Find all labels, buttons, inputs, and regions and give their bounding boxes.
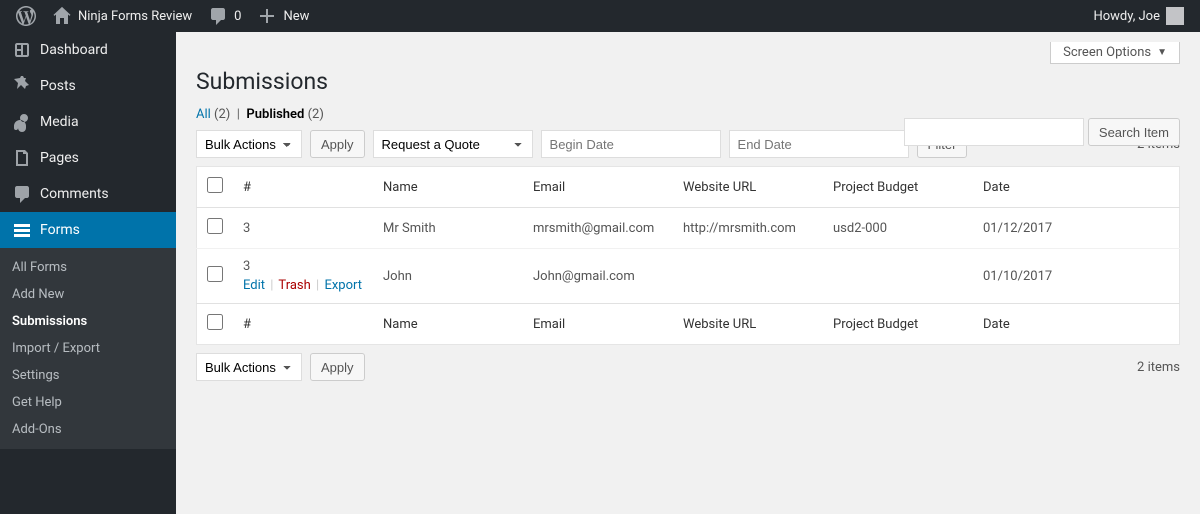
submenu-settings[interactable]: Settings	[0, 362, 176, 389]
cell-url: http://mrsmith.com	[673, 208, 823, 249]
row-action-edit[interactable]: Edit	[243, 278, 265, 293]
comments-icon	[12, 184, 32, 204]
sidebar-item-label: Pages	[40, 150, 79, 166]
sidebar-item-pages[interactable]: Pages	[0, 140, 176, 176]
site-title: Ninja Forms Review	[78, 9, 192, 24]
comment-icon	[208, 6, 228, 26]
apply-button-top[interactable]: Apply	[310, 130, 365, 158]
new-content-link[interactable]: New	[249, 0, 317, 32]
row-checkbox[interactable]	[207, 218, 223, 234]
new-label: New	[283, 9, 309, 24]
row-action-export[interactable]: Export	[324, 278, 362, 293]
select-all-checkbox-top[interactable]	[207, 177, 223, 193]
bulk-actions-select[interactable]: Bulk Actions	[196, 130, 302, 158]
cell-name: John	[373, 249, 523, 304]
sidebar-item-label: Forms	[40, 222, 80, 238]
sidebar-item-label: Posts	[40, 78, 76, 94]
sidebar-item-dashboard[interactable]: Dashboard	[0, 32, 176, 68]
avatar	[1166, 7, 1184, 25]
posts-icon	[12, 76, 32, 96]
plus-icon	[257, 6, 277, 26]
begin-date-input[interactable]	[541, 130, 721, 158]
forms-icon	[12, 220, 32, 240]
home-icon	[52, 6, 72, 26]
page-title: Submissions	[196, 68, 1180, 95]
table-row: 3 Mr Smith mrsmith@gmail.com http://mrsm…	[197, 208, 1180, 249]
end-date-input[interactable]	[729, 130, 909, 158]
submenu-get-help[interactable]: Get Help	[0, 389, 176, 416]
chevron-down-icon: ▼	[1157, 47, 1167, 58]
admin-sidebar: Dashboard Posts Media Pages Comments For…	[0, 32, 176, 514]
filter-all[interactable]: All	[196, 107, 211, 122]
main-content: Screen Options ▼ Submissions All (2) | P…	[176, 32, 1200, 514]
col-email[interactable]: Email	[523, 167, 673, 208]
admin-bar: Ninja Forms Review 0 New Howdy, Joe	[0, 0, 1200, 32]
howdy-link[interactable]: Howdy, Joe	[1085, 0, 1192, 32]
search-box: Search Item	[904, 118, 1180, 146]
row-action-trash[interactable]: Trash	[278, 278, 310, 293]
comments-link[interactable]: 0	[200, 0, 249, 32]
apply-button-bottom[interactable]: Apply	[310, 353, 365, 381]
filter-all-count: (2)	[214, 107, 230, 122]
forms-submenu: All Forms Add New Submissions Import / E…	[0, 248, 176, 449]
search-input[interactable]	[904, 118, 1084, 146]
col-date[interactable]: Date	[973, 167, 1180, 208]
col-email[interactable]: Email	[523, 304, 673, 345]
pages-icon	[12, 148, 32, 168]
cell-budget: usd2-000	[823, 208, 973, 249]
tablenav-bottom: Bulk Actions Apply 2 items	[196, 353, 1180, 381]
media-icon	[12, 112, 32, 132]
submenu-add-new[interactable]: Add New	[0, 281, 176, 308]
cell-budget	[823, 249, 973, 304]
col-budget[interactable]: Project Budget	[823, 304, 973, 345]
submenu-all-forms[interactable]: All Forms	[0, 254, 176, 281]
col-name[interactable]: Name	[373, 167, 523, 208]
cell-id: 3	[233, 208, 373, 249]
bulk-actions-select-bottom[interactable]: Bulk Actions	[196, 353, 302, 381]
col-budget[interactable]: Project Budget	[823, 167, 973, 208]
cell-name: Mr Smith	[373, 208, 523, 249]
cell-email: mrsmith@gmail.com	[523, 208, 673, 249]
col-name[interactable]: Name	[373, 304, 523, 345]
cell-date: 01/10/2017	[973, 249, 1180, 304]
row-actions: Edit | Trash | Export	[243, 278, 363, 293]
submenu-add-ons[interactable]: Add-Ons	[0, 416, 176, 443]
screen-options-toggle[interactable]: Screen Options ▼	[1050, 42, 1180, 64]
col-id[interactable]: #	[233, 304, 373, 345]
search-button[interactable]: Search Item	[1088, 118, 1180, 146]
dashboard-icon	[12, 40, 32, 60]
cell-email: John@gmail.com	[523, 249, 673, 304]
submenu-import-export[interactable]: Import / Export	[0, 335, 176, 362]
sidebar-item-label: Comments	[40, 186, 109, 202]
col-url[interactable]: Website URL	[673, 167, 823, 208]
sidebar-item-forms[interactable]: Forms	[0, 212, 176, 248]
col-id[interactable]: #	[233, 167, 373, 208]
col-date[interactable]: Date	[973, 304, 1180, 345]
submenu-submissions[interactable]: Submissions	[0, 308, 176, 335]
cell-id: 3	[243, 259, 250, 274]
items-count-bottom: 2 items	[1137, 360, 1180, 375]
comments-count: 0	[234, 9, 241, 24]
wp-logo[interactable]	[8, 0, 44, 32]
submissions-table: # Name Email Website URL Project Budget …	[196, 166, 1180, 345]
cell-url	[673, 249, 823, 304]
col-url[interactable]: Website URL	[673, 304, 823, 345]
sidebar-item-label: Dashboard	[40, 42, 108, 58]
howdy-text: Howdy, Joe	[1093, 9, 1160, 24]
sidebar-item-posts[interactable]: Posts	[0, 68, 176, 104]
row-checkbox[interactable]	[207, 266, 223, 282]
site-name-link[interactable]: Ninja Forms Review	[44, 0, 200, 32]
screen-options-label: Screen Options	[1063, 45, 1151, 60]
filter-published[interactable]: Published	[246, 107, 304, 122]
form-select[interactable]: Request a Quote	[373, 130, 533, 158]
sidebar-item-media[interactable]: Media	[0, 104, 176, 140]
filter-published-count: (2)	[308, 107, 324, 122]
cell-date: 01/12/2017	[973, 208, 1180, 249]
sidebar-item-comments[interactable]: Comments	[0, 176, 176, 212]
table-row: 3 Edit | Trash | Export John John@gmail.…	[197, 249, 1180, 304]
wordpress-icon	[16, 6, 36, 26]
select-all-checkbox-bottom[interactable]	[207, 314, 223, 330]
sidebar-item-label: Media	[40, 114, 79, 130]
